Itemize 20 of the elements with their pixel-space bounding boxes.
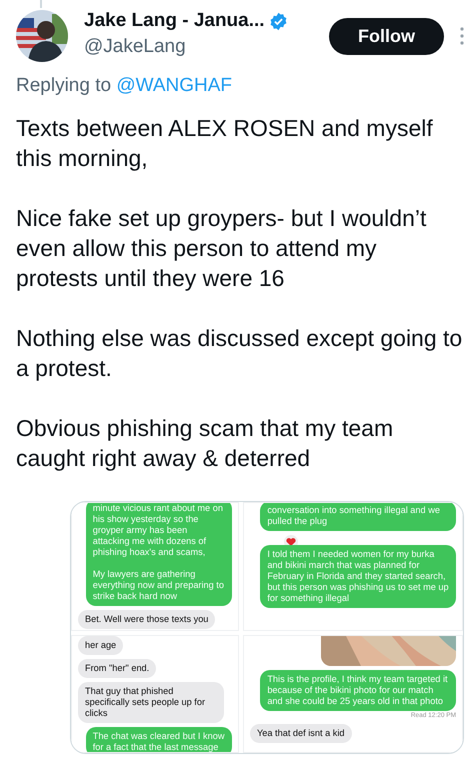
message-bubble: From "her" end. — [78, 658, 156, 678]
tweet-paragraph: Texts between ALEX ROSEN and myself this morning, — [16, 114, 434, 172]
tweet-paragraph: Nothing else was discussed except going to a protest. — [16, 324, 464, 382]
message-bubble: This is the profile, I think my team targeted it because of the bikini photo for our match and she could be 25 years old in that photo — [260, 670, 456, 710]
tweet-paragraph: Obvious phishing scam that my team caught right away & deterred — [16, 414, 394, 472]
replying-to-text: Replying to @WANGHAF — [16, 74, 234, 98]
follow-button[interactable]: Follow — [329, 18, 444, 54]
message-bubble: conversation into something illegal and we pulled the plug — [260, 502, 456, 530]
message-bubble: minute vicious rant about me on his show yesterday so the groyper army has been attacking me with dozens of phishing hoax's and scams, My lawyers are gathering everything now and preparing to strike back hard now — [86, 502, 232, 606]
author-name: Jake Lang - Janua... — [84, 10, 265, 34]
message-bubble: Yea that def isnt a kid — [250, 724, 352, 742]
message-bubble: I told them I needed women for my burka and bikini march that was planned for February in Florida and they started search, but this person was phishing us to set me up for something illegal — [260, 544, 456, 608]
message-bubble: The chat was cleared but I know for a fact that the last message — [86, 726, 232, 752]
more-icon[interactable] — [460, 27, 464, 45]
avatar — [16, 10, 68, 62]
message-bubble: Bet. Well were those texts you — [78, 610, 216, 628]
author-handle: @JakeLang — [84, 35, 187, 60]
message-bubble: That guy that phished specifically sets people up for clicks — [78, 682, 224, 722]
message-bubble: her age — [78, 636, 124, 654]
tweet-paragraph: Nice fake set up groypers- but I wouldn’t even allow this person to attend my protests until they were 16 — [16, 204, 428, 292]
